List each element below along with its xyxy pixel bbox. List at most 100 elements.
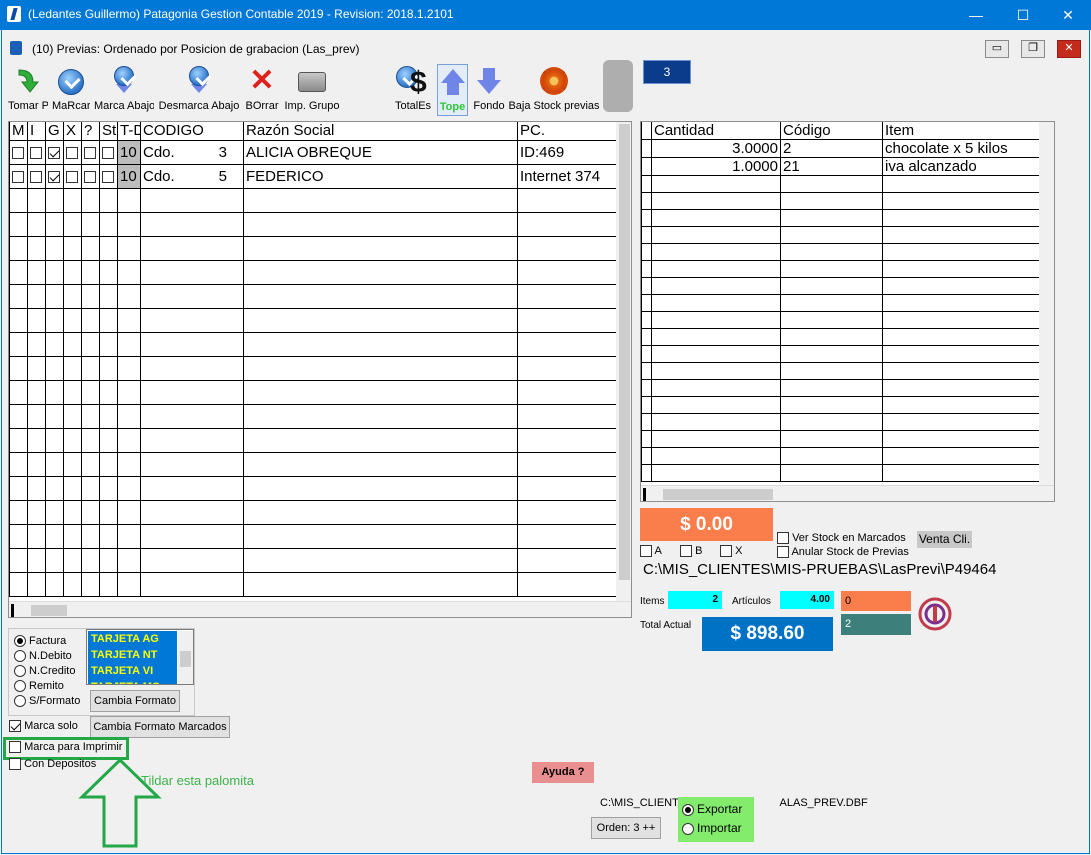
table-row[interactable] xyxy=(9,499,617,525)
previas-col-header[interactable]: X xyxy=(63,122,82,141)
flag-cell[interactable] xyxy=(63,355,82,381)
flag-cell[interactable] xyxy=(27,475,46,501)
row-selector[interactable] xyxy=(641,447,652,465)
flag-cell[interactable] xyxy=(45,379,64,405)
imp-grupo-button[interactable]: Imp. Grupo xyxy=(284,64,340,116)
previas-grid[interactable]: MIGX?StT-DCODIGORazón SocialPC. 10Cdo. 3A… xyxy=(8,121,632,618)
row-selector[interactable] xyxy=(641,379,652,397)
flag-cell[interactable] xyxy=(45,451,64,477)
table-row[interactable] xyxy=(9,547,617,573)
marca-abajo-button[interactable]: Marca Abajo xyxy=(94,64,154,116)
chk-a[interactable]: A xyxy=(640,545,662,558)
flag-cell[interactable] xyxy=(81,499,100,525)
tomar-button[interactable]: Tomar P xyxy=(8,64,48,116)
flag-cell[interactable] xyxy=(9,475,28,501)
flag-checkbox[interactable] xyxy=(48,146,60,159)
table-row[interactable] xyxy=(641,175,1040,193)
close-button[interactable]: ✕ xyxy=(1045,0,1091,30)
flag-cell[interactable] xyxy=(27,403,46,429)
flag-cell[interactable] xyxy=(81,571,100,597)
flag-cell[interactable] xyxy=(99,523,118,549)
flag-cell[interactable] xyxy=(81,331,100,357)
flag-cell[interactable] xyxy=(27,499,46,525)
table-row[interactable] xyxy=(641,192,1040,210)
flag-checkbox[interactable] xyxy=(66,146,78,159)
flag-cell[interactable] xyxy=(81,355,100,381)
table-row[interactable] xyxy=(9,355,617,381)
table-row[interactable] xyxy=(9,475,617,501)
flag-cell[interactable] xyxy=(27,259,46,285)
table-row[interactable] xyxy=(9,523,617,549)
flag-cell[interactable] xyxy=(45,355,64,381)
fondo-button[interactable]: Fondo xyxy=(472,64,506,116)
flag-cell[interactable] xyxy=(63,331,82,357)
flag-cell[interactable] xyxy=(81,403,100,429)
flag-cell[interactable] xyxy=(45,403,64,429)
table-row[interactable] xyxy=(9,283,617,309)
row-selector[interactable] xyxy=(641,139,652,158)
previas-col-header[interactable]: G xyxy=(45,122,64,141)
flag-cell[interactable] xyxy=(99,259,118,285)
flag-cell[interactable] xyxy=(63,379,82,405)
flag-cell[interactable] xyxy=(81,475,100,501)
flag-cell[interactable] xyxy=(81,427,100,453)
flag-cell[interactable] xyxy=(45,187,64,213)
flag-cell[interactable] xyxy=(99,307,118,333)
table-row[interactable] xyxy=(641,396,1040,414)
flag-checkbox[interactable] xyxy=(12,146,24,159)
row-selector[interactable] xyxy=(641,362,652,380)
venta-cli-button[interactable]: Venta Cli. xyxy=(917,531,972,548)
table-row[interactable]: 1.0000 21 iva alcanzado xyxy=(641,157,1040,176)
card-list-item[interactable]: TARJETA VI xyxy=(88,663,177,679)
flag-cell[interactable] xyxy=(27,451,46,477)
flag-cell[interactable] xyxy=(9,331,28,357)
flag-cell[interactable] xyxy=(99,211,118,237)
row-selector[interactable] xyxy=(641,209,652,227)
flag-cell[interactable] xyxy=(81,547,100,573)
format-option-radio[interactable]: Factura xyxy=(14,634,80,649)
marca-imprimir-checkbox[interactable]: Marca para Imprimir xyxy=(9,740,122,755)
flag-cell[interactable] xyxy=(27,331,46,357)
previas-col-header[interactable]: CODIGO xyxy=(140,122,244,141)
tope-button[interactable]: Tope xyxy=(437,64,468,116)
flag-cell[interactable] xyxy=(99,283,118,309)
flag-cell[interactable] xyxy=(27,283,46,309)
row-selector[interactable] xyxy=(641,311,652,329)
table-row[interactable] xyxy=(9,259,617,285)
previas-horizontal-scrollbar[interactable] xyxy=(9,601,631,617)
flag-cell[interactable] xyxy=(45,259,64,285)
flag-checkbox[interactable] xyxy=(84,170,96,183)
child-minimize-button[interactable]: ▭ xyxy=(985,40,1009,58)
flag-cell[interactable] xyxy=(9,307,28,333)
flag-cell[interactable] xyxy=(45,499,64,525)
table-row[interactable] xyxy=(9,451,617,477)
flag-cell[interactable] xyxy=(63,163,82,189)
flag-cell[interactable] xyxy=(27,571,46,597)
row-selector[interactable] xyxy=(641,175,652,193)
row-selector[interactable] xyxy=(641,277,652,295)
previas-vscroll-thumb[interactable] xyxy=(619,124,630,580)
flag-cell[interactable] xyxy=(63,475,82,501)
row-selector[interactable] xyxy=(641,328,652,346)
flag-cell[interactable] xyxy=(45,307,64,333)
table-row[interactable] xyxy=(641,226,1040,244)
previas-col-header[interactable]: I xyxy=(27,122,46,141)
flag-cell[interactable] xyxy=(9,283,28,309)
items-hscroll-thumb[interactable] xyxy=(663,489,773,500)
chk-x[interactable]: X xyxy=(720,545,742,558)
flag-cell[interactable] xyxy=(9,163,28,189)
flag-cell[interactable] xyxy=(9,259,28,285)
flag-cell[interactable] xyxy=(63,283,82,309)
previas-vertical-scrollbar[interactable] xyxy=(616,122,631,602)
flag-cell[interactable] xyxy=(27,139,46,165)
items-vertical-scrollbar[interactable] xyxy=(1039,122,1054,486)
card-list-item[interactable]: TARJETA MC xyxy=(88,679,177,684)
items-col-header[interactable]: Item xyxy=(882,122,1040,140)
card-list-item[interactable]: TARJETA AG xyxy=(88,631,177,647)
table-row[interactable] xyxy=(9,571,617,597)
flag-cell[interactable] xyxy=(81,139,100,165)
flag-cell[interactable] xyxy=(45,571,64,597)
previas-col-header[interactable]: St xyxy=(99,122,118,141)
flag-cell[interactable] xyxy=(81,451,100,477)
table-row[interactable] xyxy=(641,430,1040,448)
